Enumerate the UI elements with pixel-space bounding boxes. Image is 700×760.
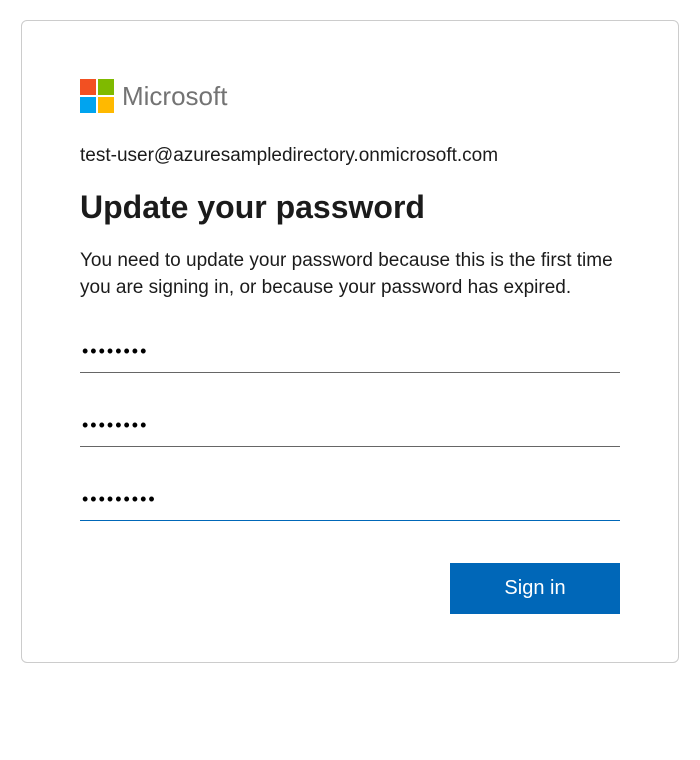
new-password-input[interactable] xyxy=(80,405,620,447)
brand-text: Microsoft xyxy=(122,81,227,112)
action-row: Sign in xyxy=(80,563,620,614)
account-email: test-user@azuresampledirectory.onmicroso… xyxy=(80,145,620,167)
update-password-dialog: Microsoft test-user@azuresampledirectory… xyxy=(21,20,679,663)
signin-button[interactable]: Sign in xyxy=(450,563,620,614)
description-text: You need to update your password because… xyxy=(80,248,620,301)
current-password-input[interactable] xyxy=(80,331,620,373)
brand-row: Microsoft xyxy=(80,79,620,113)
page-title: Update your password xyxy=(80,189,620,226)
confirm-password-input[interactable] xyxy=(80,479,620,521)
microsoft-logo-icon xyxy=(80,79,114,113)
